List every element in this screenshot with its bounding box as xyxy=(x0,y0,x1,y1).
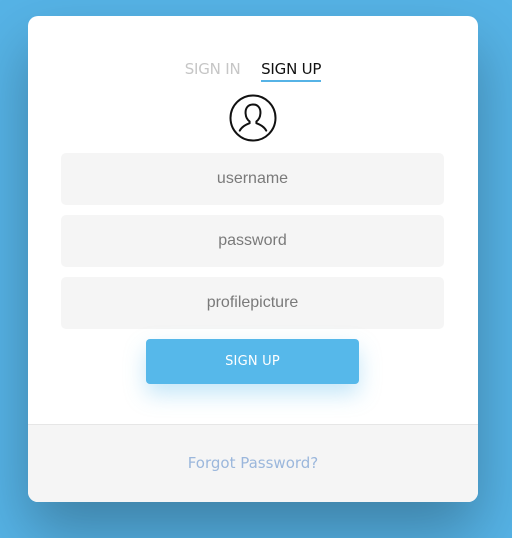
tab-sign-in[interactable]: SIGN IN xyxy=(185,60,241,80)
user-profile-icon xyxy=(229,94,277,142)
password-input[interactable] xyxy=(61,215,444,267)
signup-card: SIGN IN SIGN UP SIGN UP Forgot Password? xyxy=(28,16,478,502)
tab-sign-up[interactable]: SIGN UP xyxy=(261,60,321,82)
sign-up-button[interactable]: SIGN UP xyxy=(146,339,359,384)
card-footer: Forgot Password? xyxy=(28,424,478,502)
auth-tabs: SIGN IN SIGN UP xyxy=(28,60,478,82)
forgot-password-link[interactable]: Forgot Password? xyxy=(28,454,478,472)
username-input[interactable] xyxy=(61,153,444,205)
profilepicture-input[interactable] xyxy=(61,277,444,329)
